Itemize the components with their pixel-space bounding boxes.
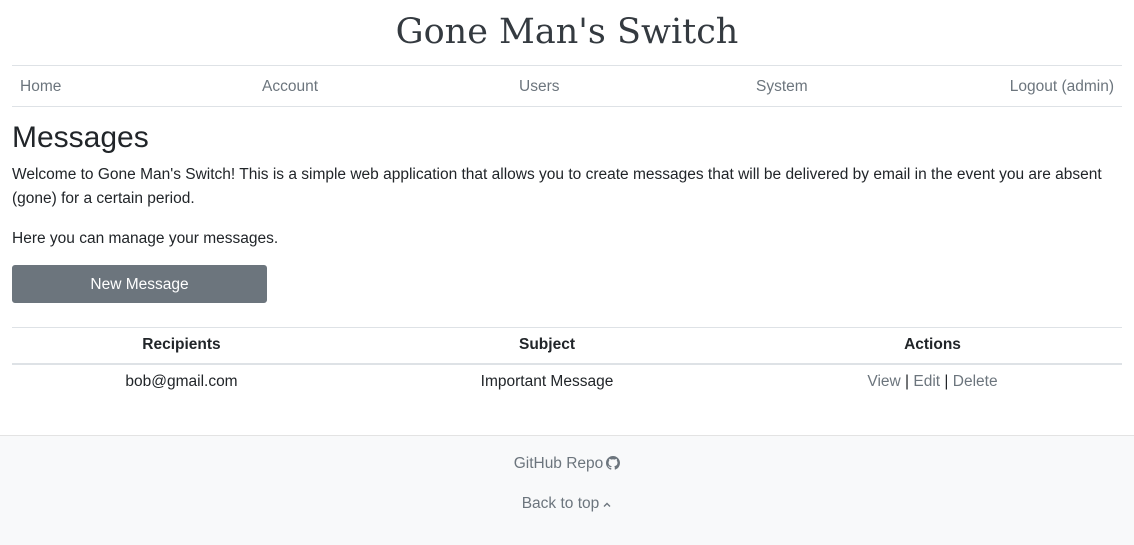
page-title: Messages [12, 121, 149, 154]
messages-table: Recipients Subject Actions bob@gmail.com… [12, 327, 1122, 401]
footer: GitHub Repo Back to top [0, 435, 1134, 545]
table-row: bob@gmail.com Important Message View | E… [12, 364, 1122, 401]
new-message-button[interactable]: New Message [12, 265, 267, 303]
cell-recipients: bob@gmail.com [125, 372, 238, 390]
main-nav: Home Account Users System Logout (admin) [12, 66, 1122, 107]
back-to-top-label: Back to top [521, 495, 600, 512]
view-link[interactable]: View [867, 373, 900, 390]
chevron-up-icon [602, 497, 612, 515]
header-subject: Subject [351, 327, 743, 365]
action-separator: | [944, 372, 949, 390]
back-to-top-link[interactable]: Back to top [522, 495, 613, 512]
github-icon [606, 456, 621, 475]
back-to-top-row: Back to top [0, 495, 1134, 515]
action-separator: | [905, 372, 910, 390]
site-title: Gone Man's Switch [12, 0, 1122, 66]
edit-link[interactable]: Edit [913, 373, 940, 390]
nav-system-link[interactable]: System [756, 66, 808, 107]
github-row: GitHub Repo [0, 455, 1134, 475]
github-repo-link[interactable]: GitHub Repo [514, 455, 621, 472]
page-container: Gone Man's Switch Home Account Users Sys… [12, 0, 1122, 401]
nav-account-link[interactable]: Account [262, 66, 318, 107]
nav-users-link[interactable]: Users [519, 66, 559, 107]
nav-home-link[interactable]: Home [20, 66, 61, 107]
cell-subject: Important Message [480, 372, 614, 390]
intro-text: Welcome to Gone Man's Switch! This is a … [12, 166, 1102, 207]
header-recipients: Recipients [12, 327, 351, 365]
github-repo-label: GitHub Repo [513, 455, 604, 472]
nav-logout-link[interactable]: Logout (admin) [1010, 66, 1114, 107]
manage-text: Here you can manage your messages. [12, 230, 279, 247]
table-header-row: Recipients Subject Actions [12, 327, 1122, 365]
cell-actions: View | Edit | Delete [743, 364, 1122, 401]
header-actions: Actions [743, 327, 1122, 365]
delete-link[interactable]: Delete [953, 373, 998, 390]
